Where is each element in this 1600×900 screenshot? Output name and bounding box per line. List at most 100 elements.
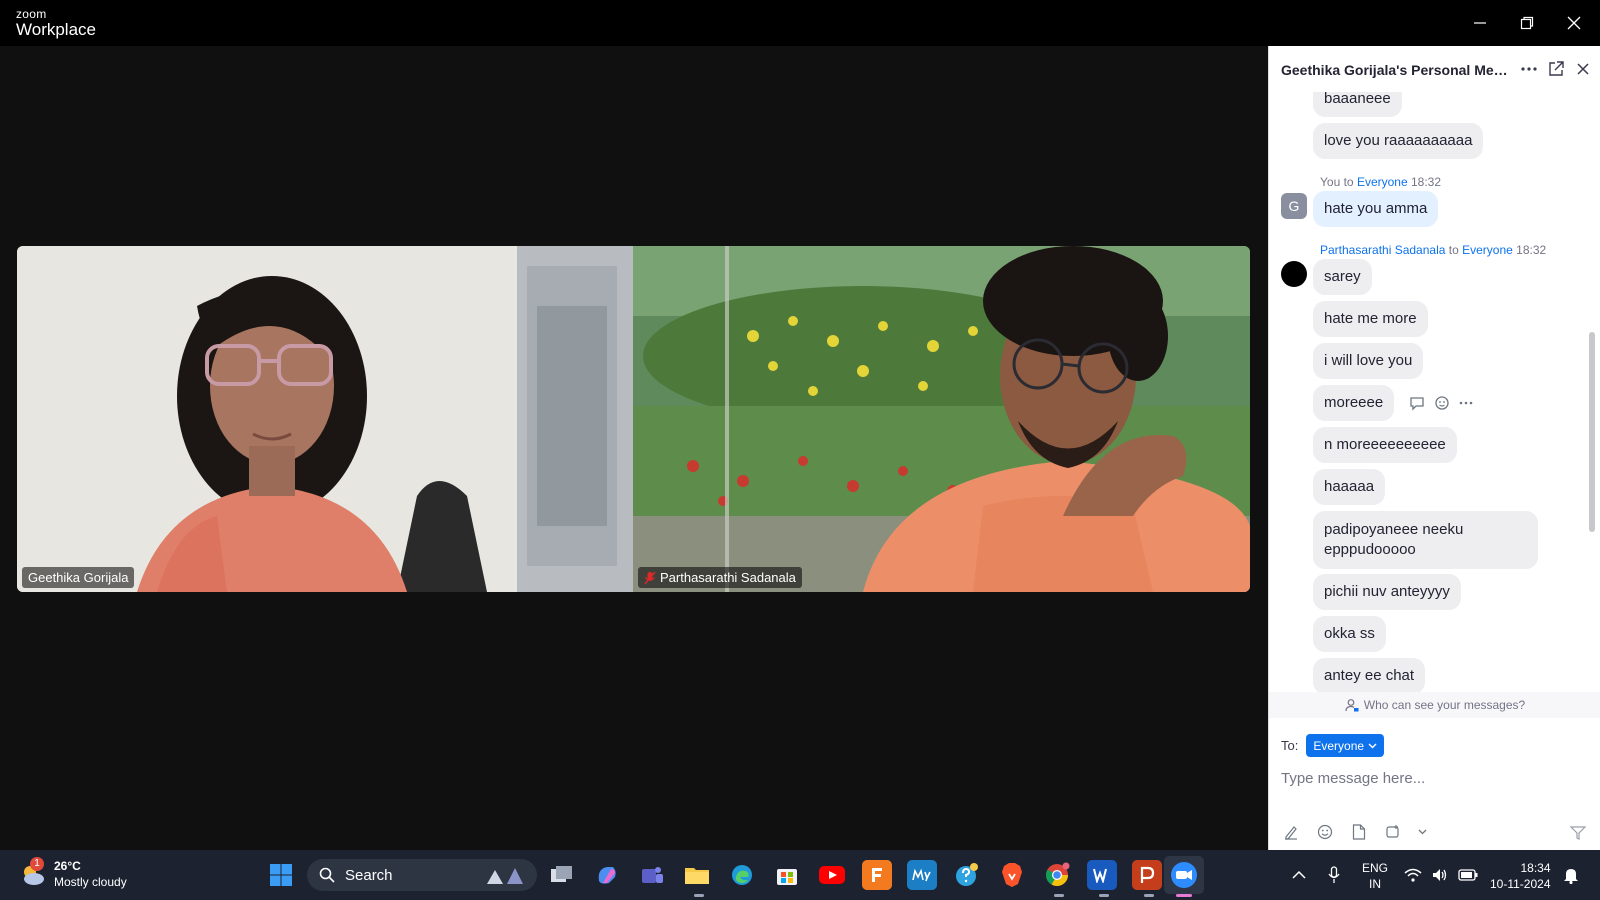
video-tile-geethika[interactable]: Geethika Gorijala [17,246,633,592]
brand-small: zoom [16,7,47,21]
weather-widget[interactable]: 1 26°C Mostly cloudy [18,857,127,890]
language-code: ENG [1362,861,1389,875]
taskbar-store[interactable] [772,860,802,890]
start-button[interactable] [266,860,296,890]
recipient-selector[interactable]: Everyone [1306,734,1385,757]
edge-icon [732,865,752,885]
participant-video [633,246,1250,592]
message-meta: You to Everyone 18:32 [1320,175,1441,189]
message-input[interactable] [1281,764,1581,792]
chat-message[interactable]: i will love you [1313,343,1424,379]
avatar: G [1281,193,1307,219]
help-icon [956,863,978,886]
my-app-icon [912,868,931,882]
message-list[interactable]: baaaneee love you raaaaaaaaaa You to Eve… [1269,92,1600,738]
chat-scrollbar[interactable] [1589,332,1595,532]
cloud-icon: 1 [18,857,46,888]
minimize-button[interactable] [1467,10,1493,36]
reply-icon[interactable] [1409,395,1425,411]
running-indicator [1144,894,1154,897]
task-view-button[interactable] [547,860,577,890]
send-button[interactable] [1567,822,1589,844]
brand-large: Workplace [16,20,96,39]
chat-message[interactable]: padipoyaneee neeku epppudooooo [1313,511,1538,569]
recipient-name[interactable]: Everyone [1462,243,1513,257]
format-button[interactable] [1281,822,1301,842]
taskbar-word[interactable] [1087,860,1117,890]
privacy-notice[interactable]: Who can see your messages? [1269,692,1600,718]
more-icon[interactable] [1459,401,1473,405]
chat-message[interactable]: sarey [1313,259,1372,295]
taskbar-zoom[interactable] [1164,856,1204,894]
title-bar: zoom Workplace [0,0,1600,46]
participant-name-tag: Parthasarathi Sadanala [638,567,802,588]
taskbar-brave[interactable] [997,860,1027,890]
taskbar-get-help[interactable] [952,860,982,890]
screenshot-button[interactable] [1383,822,1403,842]
taskbar-copilot[interactable] [592,860,622,890]
store-icon [777,869,797,885]
participant-video [17,246,633,592]
pop-out-button[interactable] [1546,59,1566,79]
taskbar-app-myjio[interactable] [907,860,937,890]
taskbar-file-explorer[interactable] [682,860,712,890]
person-lock-icon [1345,699,1359,712]
weather-condition: Mostly cloudy [54,875,127,889]
video-tile-parthasarathi[interactable]: Parthasarathi Sadanala [633,246,1250,592]
copilot-icon [598,867,616,884]
battery-icon [1458,869,1478,881]
system-clock[interactable]: 18:34 10-11-2024 [1490,860,1551,892]
chat-message[interactable]: baaaneee [1313,92,1402,117]
show-hidden-icons[interactable] [1292,850,1306,900]
chat-message[interactable]: love you raaaaaaaaaa [1313,123,1484,159]
more-options-button[interactable] [1519,59,1539,79]
chat-message[interactable]: moreeee [1313,385,1395,421]
file-button[interactable] [1349,822,1369,842]
notifications-button[interactable] [1563,850,1579,900]
video-stage: Geethika Gorijala Parthasarathi Sadanala [0,46,1268,850]
more-tools-button[interactable] [1417,822,1427,842]
recipient-name[interactable]: Everyone [1357,175,1408,189]
muted-mic-icon [644,571,656,584]
running-indicator [694,894,704,897]
taskbar-youtube[interactable] [817,860,847,890]
chat-message[interactable]: antey ee chat [1313,658,1426,694]
chat-message[interactable]: okka ss [1313,616,1386,652]
chat-message[interactable]: pichii nuv anteyyyy [1313,574,1461,610]
chevron-up-icon [1292,870,1306,879]
emoji-button[interactable] [1315,822,1335,842]
folder-icon [685,868,709,884]
to-word: to [1343,175,1354,189]
running-indicator [1054,894,1064,897]
chat-title: Geethika Gorijala's Personal Meet... [1281,62,1513,78]
temperature: 26°C [54,859,81,873]
clock-date: 10-11-2024 [1490,877,1551,891]
language-indicator[interactable]: ENG IN [1362,860,1388,892]
taskbar-search[interactable]: Search [307,859,537,891]
bell-icon [1564,869,1578,884]
search-label: Search [345,866,393,884]
restore-button[interactable] [1514,10,1540,36]
running-indicator [1099,894,1109,897]
emoji-reaction-icon[interactable] [1434,395,1450,411]
chat-message[interactable]: hate you amma [1313,191,1439,227]
close-chat-button[interactable] [1573,59,1593,79]
system-tray-icons[interactable] [1404,850,1478,900]
file-icon [1352,824,1366,840]
taskbar-chrome[interactable] [1042,860,1072,890]
emoji-icon [1317,824,1333,840]
chat-message[interactable]: haaaaa [1313,469,1386,505]
taskbar-teams[interactable] [637,860,667,890]
taskbar-app-f[interactable] [862,860,892,890]
chrome-icon [1046,862,1070,886]
taskbar-edge[interactable] [727,860,757,890]
chat-message[interactable]: hate me more [1313,301,1428,337]
close-window-button[interactable] [1561,10,1587,36]
chat-message[interactable]: n moreeeeeeeeee [1313,427,1457,463]
sender-name[interactable]: Parthasarathi Sadanala [1320,243,1445,257]
close-icon [1567,16,1581,30]
weather-badge: 1 [30,857,44,871]
microphone-indicator[interactable] [1328,850,1340,900]
taskbar-powerpoint[interactable] [1132,860,1162,890]
region-code: IN [1369,877,1381,891]
